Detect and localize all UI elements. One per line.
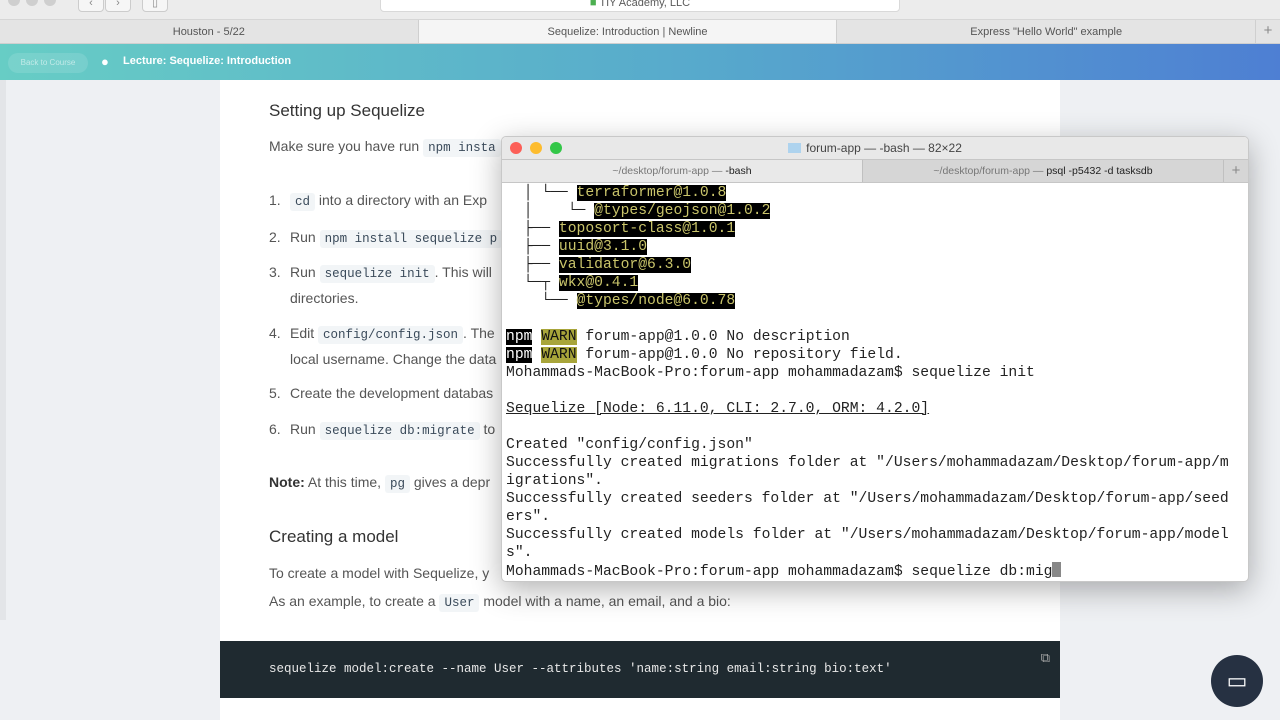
note-paragraph: Note: At this time, pg gives a depr — [269, 474, 491, 493]
list-item-continued: local username. Change the data — [290, 351, 497, 367]
tree-line: └─┬ wkx@0.4.1 — [506, 275, 639, 291]
tree-line: │ └─ @types/geojson@1.0.2 — [506, 203, 771, 219]
terminal-tab[interactable]: ~/desktop/forum-app — psql -p5432 -d tas… — [863, 160, 1224, 182]
lock-icon: ■ — [589, 0, 600, 9]
back-nav-button[interactable]: ‹ — [78, 0, 104, 12]
new-terminal-tab-button[interactable]: + — [1224, 160, 1248, 182]
list-item-continued: directories. — [290, 290, 359, 306]
tree-line: └── @types/node@6.0.78 — [506, 293, 736, 309]
paragraph: To create a model with Sequelize, y — [269, 565, 490, 581]
output-line: igrations". — [506, 473, 603, 489]
zoom-button[interactable] — [550, 142, 562, 154]
forward-nav-button[interactable]: › — [105, 0, 131, 12]
output-line: ers". — [506, 509, 551, 525]
output-line: s". — [506, 545, 533, 561]
browser-tab[interactable]: Express "Hello World" example — [837, 20, 1257, 43]
lecture-title: Lecture: Sequelize: Introduction — [123, 55, 292, 67]
sequelize-banner: Sequelize [Node: 6.11.0, CLI: 2.7.0, ORM… — [506, 401, 930, 417]
warn-line: npm WARN forum-app@1.0.0 No repository f… — [506, 347, 903, 363]
chat-button[interactable]: ▭ — [1211, 655, 1263, 707]
list-item: 1. cd into a directory with an Exp — [269, 192, 487, 211]
code-block: sequelize model:create --name User --att… — [220, 641, 1060, 698]
new-tab-button[interactable]: + — [1256, 20, 1280, 43]
sidebar-toggle-button[interactable]: ▯ — [142, 0, 168, 12]
browser-tab-active[interactable]: Sequelize: Introduction | Newline — [418, 20, 838, 43]
tree-line: │ └── terraformer@1.0.8 — [506, 185, 727, 201]
back-to-course-button[interactable]: Back to Course — [8, 53, 88, 73]
left-scrollbar[interactable] — [0, 80, 6, 620]
section-heading: Creating a model — [269, 527, 399, 546]
list-item: 3. Run sequelize init. This will — [269, 264, 492, 283]
output-line: Successfully created models folder at "/… — [506, 527, 1229, 543]
paragraph: As an example, to create a User model wi… — [269, 593, 731, 612]
intro-paragraph: Make sure you have run npm insta — [269, 138, 501, 157]
prompt-line: Mohammads-MacBook-Pro:forum-app mohammad… — [506, 562, 1248, 580]
tree-line: ├── toposort-class@1.0.1 — [506, 221, 736, 237]
course-banner: Back to Course ● Lecture: Sequelize: Int… — [0, 44, 1280, 80]
list-item: 2. Run npm install sequelize p — [269, 229, 503, 248]
tree-line: ├── validator@6.3.0 — [506, 257, 692, 273]
folder-icon — [788, 143, 802, 153]
warn-line: npm WARN forum-app@1.0.0 No description — [506, 329, 850, 345]
terminal-window: forum-app — -bash — 82×22 ~/desktop/foru… — [501, 136, 1249, 582]
terminal-output[interactable]: │ └── terraformer@1.0.8 │ └─ @types/geoj… — [502, 183, 1248, 580]
tree-line: ├── uuid@3.1.0 — [506, 239, 648, 255]
apple-icon: ● — [101, 54, 109, 69]
output-line: Successfully created seeders folder at "… — [506, 491, 1229, 507]
output-line: Successfully created migrations folder a… — [506, 455, 1229, 471]
terminal-titlebar: forum-app — -bash — 82×22 — [502, 137, 1248, 159]
cursor — [1052, 562, 1062, 577]
address-bar[interactable]: ■ TIY Academy, LLC — [380, 0, 900, 12]
terminal-tab[interactable]: ~/desktop/forum-app — -bash — [502, 160, 863, 182]
list-item: 4. Edit config/config.json. The — [269, 325, 495, 344]
prompt-line: Mohammads-MacBook-Pro:forum-app mohammad… — [506, 365, 1035, 381]
terminal-tabs: ~/desktop/forum-app — -bash ~/desktop/fo… — [502, 159, 1248, 183]
section-heading: Setting up Sequelize — [269, 101, 425, 120]
browser-toolbar: ‹ › ▯ ■ TIY Academy, LLC — [0, 0, 1280, 20]
minimize-button[interactable] — [530, 142, 542, 154]
output-line: Created "config/config.json" — [506, 437, 753, 453]
list-item: 6. Run sequelize db:migrate to — [269, 421, 496, 440]
browser-tabs: Houston - 5/22 Sequelize: Introduction |… — [0, 20, 1280, 44]
chat-icon: ▭ — [1226, 668, 1248, 693]
list-item: 5. Create the development databas — [269, 385, 494, 401]
browser-tab[interactable]: Houston - 5/22 — [0, 20, 419, 43]
close-button[interactable] — [510, 142, 522, 154]
copy-icon[interactable]: ⧉ — [1041, 651, 1050, 666]
